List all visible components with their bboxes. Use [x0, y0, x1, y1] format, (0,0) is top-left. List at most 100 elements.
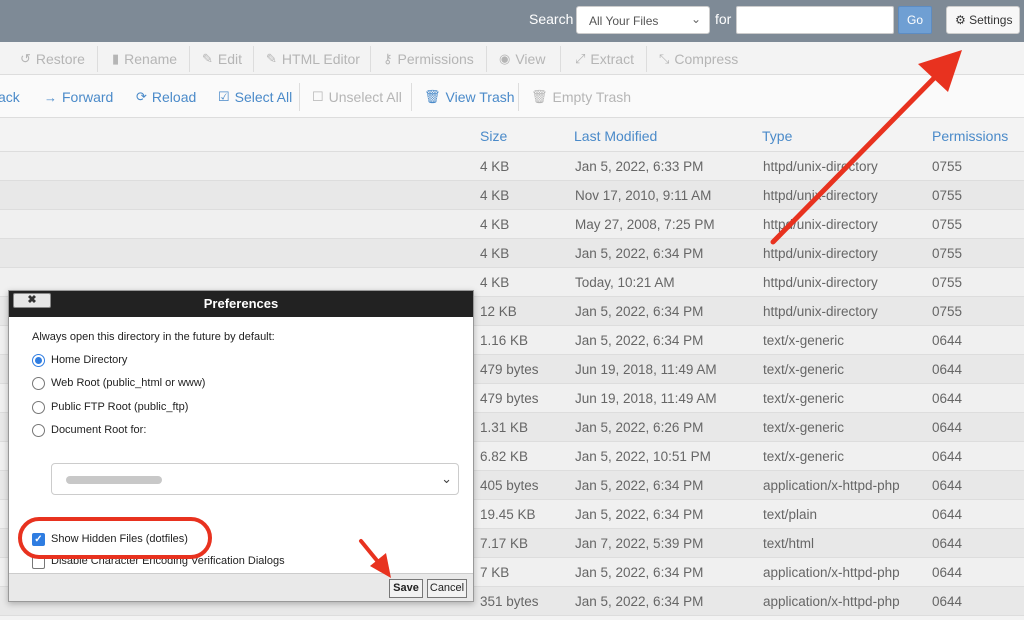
search-bar: Search All Your Files ⌄ for Go ⚙ Setting… — [0, 0, 1024, 42]
cell-size: 1.31 KB — [480, 420, 529, 435]
toolbar-divider — [646, 46, 647, 72]
view-button[interactable]: ◉ View — [499, 51, 545, 67]
search-scope-value: All Your Files — [589, 14, 659, 28]
dialog-title-bar: Preferences ✖ — [9, 291, 473, 317]
radio-home-directory[interactable] — [32, 354, 45, 367]
document-root-select[interactable]: ⌄ — [51, 463, 459, 495]
cell-modified: Jan 7, 2022, 5:39 PM — [575, 536, 704, 551]
cell-size: 405 bytes — [480, 478, 539, 493]
empty-trash-label: Empty Trash — [552, 89, 632, 105]
cell-permissions: 0755 — [932, 246, 963, 261]
search-input[interactable] — [736, 6, 894, 34]
select-all-button[interactable]: ☑ Select All — [218, 89, 292, 105]
permissions-button[interactable]: ⚷ Permissions — [383, 51, 474, 67]
close-icon: ✖ — [27, 294, 37, 306]
cell-size: 1.16 KB — [480, 333, 529, 348]
view-label: View — [515, 51, 546, 67]
cell-size: 7.17 KB — [480, 536, 529, 551]
cell-size: 351 bytes — [480, 594, 539, 609]
cell-type: text/x-generic — [763, 449, 845, 464]
cell-size: 6.82 KB — [480, 449, 529, 464]
go-button[interactable]: Go — [898, 6, 932, 34]
reload-label: Reload — [151, 89, 197, 105]
html-editor-label: HTML Editor — [281, 51, 360, 67]
cell-type: text/html — [763, 536, 815, 551]
forward-button[interactable]: → Forward — [44, 89, 113, 105]
toolbar-divider — [253, 46, 254, 72]
file-icon: ▮ — [112, 51, 120, 66]
cell-size: 479 bytes — [480, 391, 539, 406]
unselect-all-button[interactable]: ☐ Unselect All — [312, 89, 402, 105]
cell-type: application/x-httpd-php — [763, 478, 900, 493]
table-row[interactable]: 4 KB Nov 17, 2010, 9:11 AM httpd/unix-dire… — [0, 181, 1024, 210]
chevron-down-icon: ⌄ — [690, 12, 701, 26]
html-editor-button[interactable]: ✎ HTML Editor — [266, 51, 360, 67]
cell-size: 4 KB — [480, 217, 510, 232]
cell-size: 7 KB — [480, 565, 510, 580]
cell-modified: Jan 5, 2022, 6:34 PM — [575, 507, 704, 522]
file-action-toolbar: ↺ Restore ▮ Rename ✎ Edit ✎ HTML Editor ⚷ Per… — [0, 42, 1024, 75]
toolbar-divider — [411, 83, 412, 111]
cell-type: text/x-generic — [763, 362, 845, 377]
cell-type: httpd/unix-directory — [763, 188, 878, 203]
settings-button[interactable]: ⚙ Settings — [946, 6, 1020, 34]
restore-button[interactable]: ↺ Restore — [20, 51, 85, 67]
forward-label: Forward — [62, 89, 114, 105]
cell-modified: Jun 19, 2018, 11:49 AM — [575, 391, 717, 406]
view-trash-button[interactable]: 🗑 View Trash — [424, 89, 515, 105]
table-row[interactable]: 4 KB Jan 5, 2022, 6:34 PM httpd/unix-direc… — [0, 239, 1024, 268]
cell-modified: Today, 10:21 AM — [575, 275, 675, 290]
cell-modified: Jan 5, 2022, 6:34 PM — [575, 304, 704, 319]
column-size[interactable]: Size — [480, 128, 507, 144]
cell-modified: Jan 5, 2022, 10:51 PM — [575, 449, 711, 464]
cell-type: text/x-generic — [763, 420, 845, 435]
dialog-title: Preferences — [203, 296, 279, 311]
compress-label: Compress — [674, 51, 739, 67]
column-last-modified[interactable]: Last Modified — [574, 128, 657, 144]
extract-button[interactable]: ⤢ Extract — [575, 51, 634, 67]
radio-document-root[interactable] — [32, 424, 45, 437]
toolbar-divider — [486, 46, 487, 72]
trash-icon: 🗑 — [424, 89, 441, 104]
cell-modified: Jan 5, 2022, 6:34 PM — [575, 565, 704, 580]
compress-button[interactable]: ⤡ Compress — [659, 51, 738, 67]
table-row[interactable]: 4 KB Jan 5, 2022, 6:33 PM httpd/unix-direc… — [0, 152, 1024, 181]
search-scope-select[interactable]: All Your Files ⌄ — [576, 6, 710, 34]
compress-icon: ⤡ — [659, 51, 670, 66]
toolbar-divider — [299, 83, 300, 111]
dialog-footer: Save Cancel — [9, 573, 473, 601]
search-label: Search — [529, 11, 574, 27]
back-button[interactable]: ack — [0, 89, 20, 105]
cell-type: text/x-generic — [763, 391, 845, 406]
rename-label: Rename — [124, 51, 178, 67]
reload-button[interactable]: ⟳ Reload — [136, 89, 196, 105]
back-label: ack — [0, 89, 20, 105]
web-root-label: Web Root (public_html or www) — [51, 377, 206, 389]
radio-web-root[interactable] — [32, 377, 45, 390]
column-permissions[interactable]: Permissions — [932, 128, 1008, 144]
cell-modified: Jan 5, 2022, 6:26 PM — [575, 420, 704, 435]
cell-type: httpd/unix-directory — [763, 159, 878, 174]
cell-permissions: 0644 — [932, 333, 963, 348]
column-type[interactable]: Type — [762, 128, 792, 144]
toolbar-divider — [370, 46, 371, 72]
cell-size: 4 KB — [480, 188, 510, 203]
empty-trash-button[interactable]: 🗑 Empty Trash — [531, 89, 631, 105]
edit-button[interactable]: ✎ Edit — [202, 51, 242, 67]
save-button[interactable]: Save — [389, 579, 423, 598]
close-button[interactable]: ✖ — [13, 293, 51, 308]
cell-type: text/x-generic — [763, 333, 845, 348]
table-row[interactable]: 4 KB May 27, 2008, 7:25 PM httpd/unix-dire… — [0, 210, 1024, 239]
extract-label: Extract — [590, 51, 634, 67]
annotation-highlight-oval — [18, 517, 212, 559]
cell-type: httpd/unix-directory — [763, 217, 878, 232]
document-root-label: Document Root for: — [51, 424, 147, 436]
cell-permissions: 0755 — [932, 304, 963, 319]
default-directory-prompt: Always open this directory in the future… — [32, 331, 275, 343]
cell-permissions: 0755 — [932, 217, 963, 232]
cancel-button[interactable]: Cancel — [427, 579, 467, 598]
cell-modified: Nov 17, 2010, 9:11 AM — [575, 188, 712, 203]
reload-icon: ⟳ — [136, 89, 147, 104]
rename-button[interactable]: ▮ Rename — [112, 51, 177, 67]
radio-public-ftp-root[interactable] — [32, 401, 45, 414]
